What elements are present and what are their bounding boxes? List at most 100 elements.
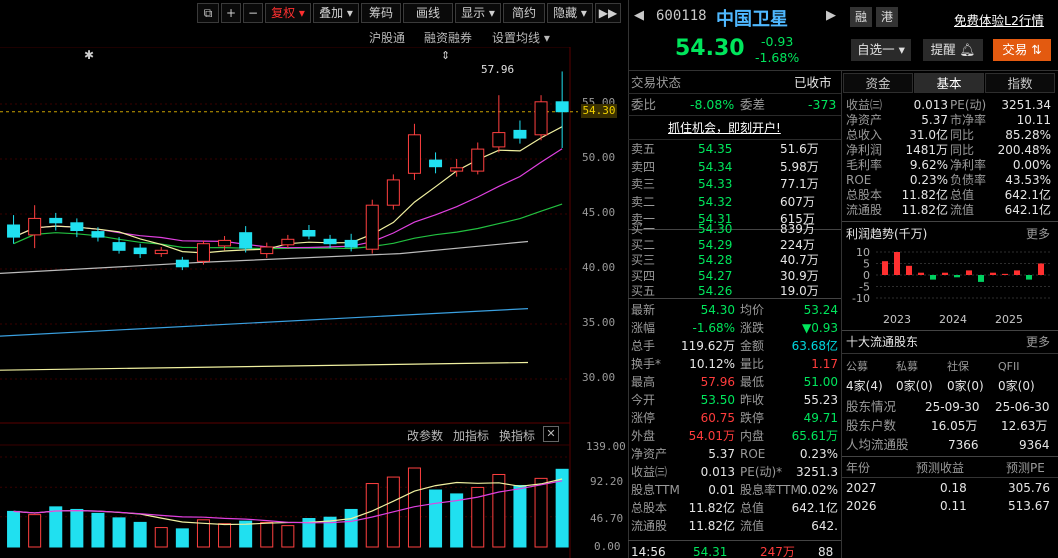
quote-label: 流通股: [631, 519, 668, 533]
hide-button[interactable]: 隐藏 ▾: [547, 3, 593, 23]
tab-fundamental[interactable]: 基本: [914, 73, 984, 93]
quote-value: 0.013: [700, 465, 735, 479]
adjust-button[interactable]: 复权 ▾: [265, 3, 311, 23]
candle-body: [555, 101, 569, 113]
ma-settings-link[interactable]: 设置均线 ▾: [492, 29, 550, 46]
candle-body: [302, 230, 316, 237]
quote-label: 换手*: [631, 357, 662, 371]
volume-bar: [218, 523, 232, 548]
tab-capital[interactable]: 资金: [843, 73, 913, 93]
bid-volume: 19.0万: [780, 284, 819, 298]
trade-button[interactable]: 交易 ⇅: [993, 39, 1051, 61]
status-label: 交易状态: [631, 75, 682, 90]
bid-volume: 224万: [780, 237, 815, 252]
profit-year-label: 2025: [995, 313, 1023, 326]
quote-panel: ◀ 600118 中国卫星 ▶ 融 港 免费体验L2行情 54.30 -0.93…: [628, 0, 1058, 558]
forecast-col-pe: 预测PE: [1006, 461, 1045, 475]
volume-bar: [492, 473, 506, 548]
profit-trend-chart: 1050-5-102023 2024 2025: [852, 246, 1052, 326]
profit-trend-more-link[interactable]: 更多: [1026, 226, 1050, 242]
zoom-in-button[interactable]: +: [221, 3, 241, 23]
quote-value: 5.37: [708, 447, 735, 461]
alert-button[interactable]: 提醒 🔔︎: [923, 39, 983, 61]
ask-volume: 5.98万: [780, 159, 819, 174]
kline-chart[interactable]: 55.00 50.00 45.00 40.00 35.00 30.00 54.3…: [0, 46, 628, 558]
volume-bar: [28, 514, 42, 548]
display-button[interactable]: 显示 ▾: [455, 3, 501, 23]
next-stock-icon[interactable]: ▶: [826, 8, 836, 23]
forecast-pe: 513.67: [1008, 499, 1050, 513]
quote-label: 总值: [740, 501, 765, 515]
quote-label: 量比: [740, 357, 765, 371]
draw-button[interactable]: 画线: [403, 3, 453, 23]
fund-value: 642.1亿: [1004, 203, 1051, 217]
volume-bar: [281, 525, 295, 548]
event-marker-icon[interactable]: ✱: [84, 48, 94, 62]
quote-value: ▼0.93: [802, 321, 838, 335]
candle-body: [175, 259, 189, 268]
candle-body: [154, 249, 168, 255]
quote-value: 53.50: [700, 393, 735, 407]
add-indicator-button[interactable]: 加指标: [453, 427, 489, 444]
quote-value: 1.17: [811, 357, 838, 371]
hk-connect-link[interactable]: 沪股通: [369, 29, 405, 46]
l2-trial-link[interactable]: 免费体验L2行情: [954, 10, 1044, 29]
profit-trend-title: 利润趋势(千万): [846, 227, 928, 241]
quote-value: 10.12%: [689, 357, 735, 371]
volume-bar: [154, 527, 168, 548]
volume-bar: [175, 528, 189, 548]
ask-label: 卖四: [631, 159, 656, 174]
candle-body: [429, 159, 443, 168]
simple-button[interactable]: 简约: [503, 3, 545, 23]
kline-svg[interactable]: [0, 46, 628, 558]
chips-button[interactable]: 筹码: [361, 3, 401, 23]
bid-volume: 40.7万: [780, 253, 819, 267]
prev-stock-icon[interactable]: ◀: [634, 8, 644, 23]
display-label: 显示: [461, 6, 486, 20]
event-marker-icon[interactable]: ⇕: [441, 49, 450, 62]
quote-value: 60.75: [700, 411, 735, 425]
tab-index[interactable]: 指数: [985, 73, 1055, 93]
copy-icon[interactable]: ⧉: [197, 3, 219, 23]
fund-label: 总值: [950, 188, 975, 202]
ask-volume: 607万: [780, 194, 815, 209]
candle-body: [196, 243, 210, 262]
quote-value: 0.01: [708, 483, 735, 497]
profit-year-label: 2023: [883, 313, 911, 326]
open-account-promo[interactable]: 抓住机会，即刻开户!: [668, 120, 781, 136]
profit-bar: [954, 275, 960, 278]
fund-value: 1481万: [905, 143, 948, 157]
quote-value: 55.23: [803, 393, 838, 407]
fund-value: 85.28%: [1005, 128, 1051, 142]
profit-bar: [894, 252, 900, 275]
price-tick: 30.00: [582, 371, 616, 384]
expand-button[interactable]: ▶▶: [595, 3, 621, 23]
overlay-button[interactable]: 叠加 ▾: [313, 3, 359, 23]
stock-name: 中国卫星: [716, 9, 788, 30]
watchlist-button[interactable]: 自选一 ▾: [851, 39, 911, 61]
fund-value: 0.013: [913, 98, 948, 112]
candle-body: [260, 246, 274, 255]
profit-y-tick: -10: [852, 292, 870, 305]
edit-params-button[interactable]: 改参数: [407, 427, 443, 444]
holders-r1-b: 25-06-30: [995, 400, 1050, 414]
close-icon[interactable]: ✕: [543, 426, 559, 442]
quote-label: 涨跌: [740, 321, 765, 335]
volume-bar: [133, 521, 147, 548]
holders-r2-label: 股东户数: [846, 418, 897, 433]
holders-more-link[interactable]: 更多: [1026, 334, 1050, 350]
margin-link[interactable]: 融资融券: [424, 29, 472, 46]
volume-bar: [260, 521, 274, 548]
bid-volume: 30.9万: [780, 268, 819, 283]
hide-label: 隐藏: [553, 6, 578, 20]
fund-value: 3251.34: [1001, 98, 1051, 112]
zoom-out-button[interactable]: −: [243, 3, 263, 23]
volume-bar: [49, 506, 63, 548]
candle-body: [133, 247, 147, 255]
quote-value: 11.82亿: [688, 519, 735, 533]
volume-bar: [429, 489, 443, 548]
profit-bar: [1002, 273, 1008, 275]
fund-value: 31.0亿: [909, 128, 948, 142]
profit-year-label: 2024: [939, 313, 967, 326]
swap-indicator-button[interactable]: 换指标: [499, 427, 535, 444]
